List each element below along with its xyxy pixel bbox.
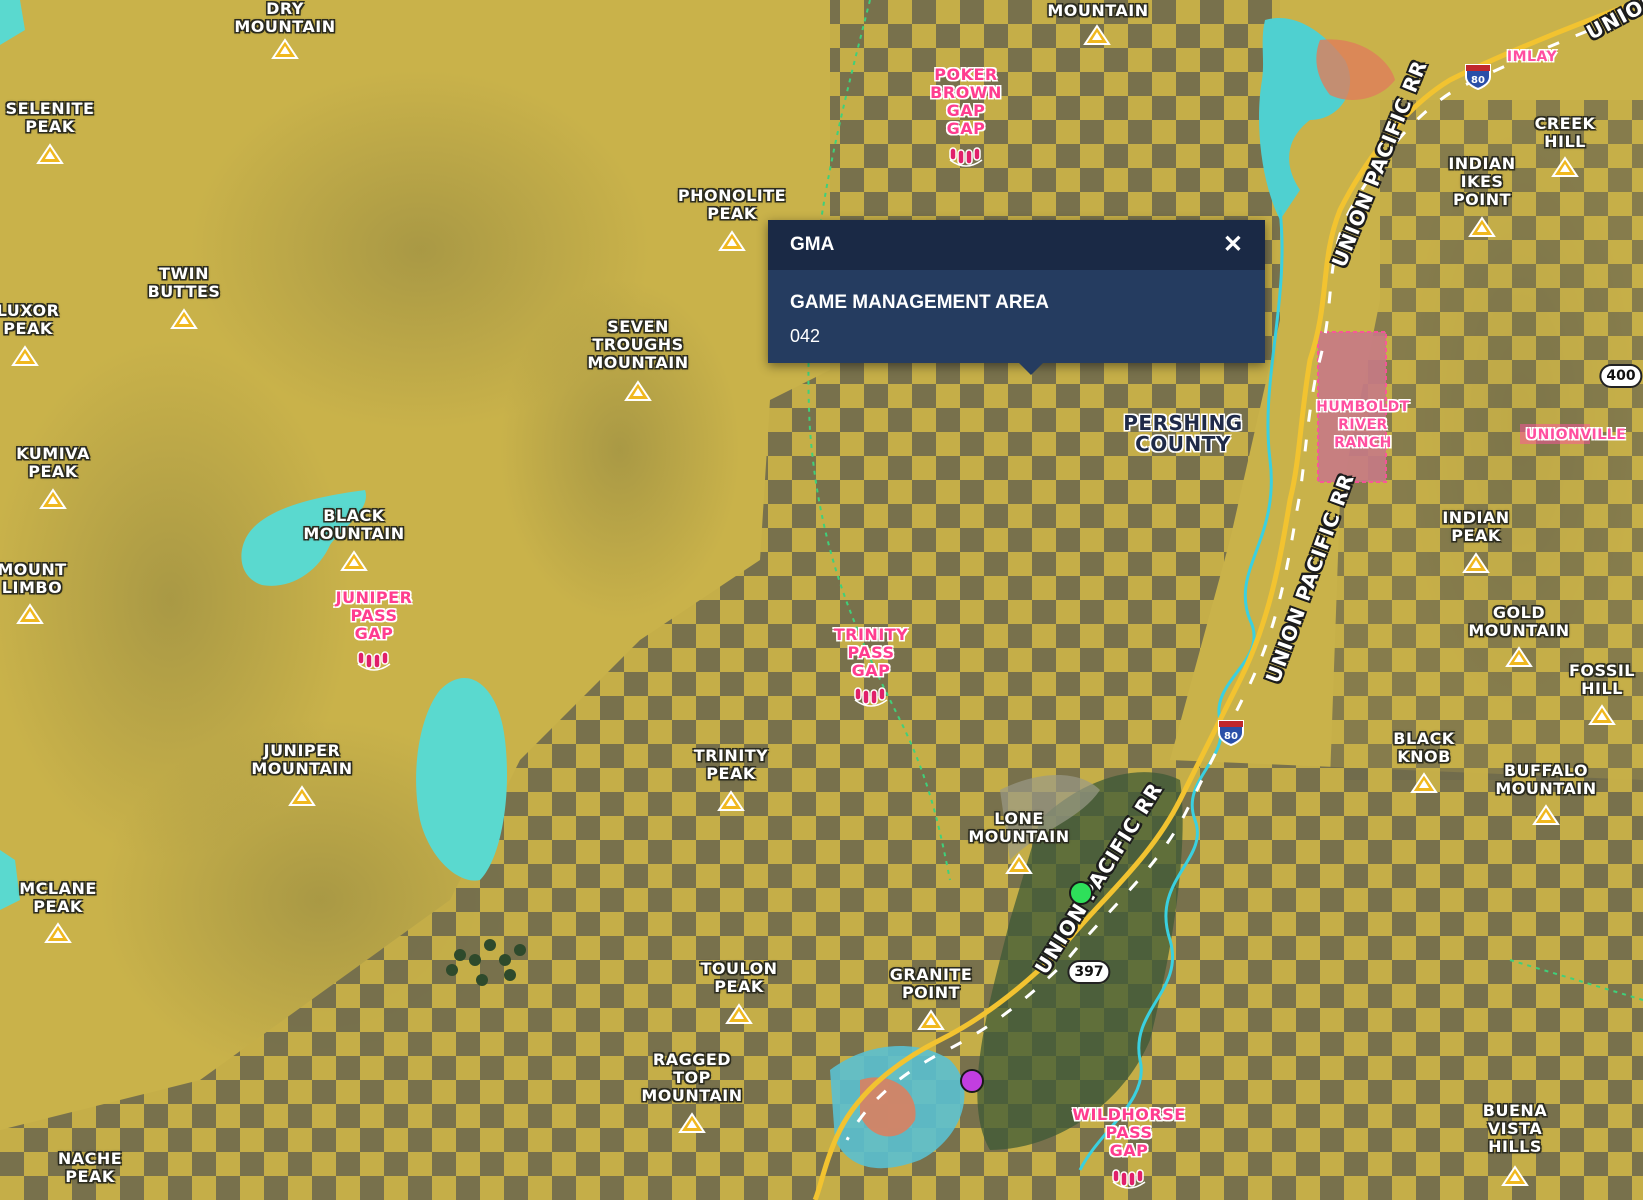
popup-body: GAME MANAGEMENT AREA 042 bbox=[768, 270, 1265, 363]
peak-icon bbox=[1083, 24, 1111, 45]
peak-label-lone-mountain[interactable]: LONE MOUNTAIN bbox=[968, 810, 1069, 846]
gap-label-trinity-pass-gap[interactable]: TRINITY PASS GAP bbox=[834, 626, 909, 680]
peak-label-toulon-peak[interactable]: TOULON PEAK bbox=[700, 960, 777, 996]
peak-label-mount-limbo[interactable]: MOUNT LIMBO bbox=[0, 561, 67, 597]
place-label-imlay[interactable]: IMLAY bbox=[1507, 48, 1557, 66]
gap-icon bbox=[357, 651, 391, 671]
gap-icon bbox=[949, 147, 983, 167]
peak-icon bbox=[1468, 216, 1496, 237]
gap-label-poker-brown-gap[interactable]: POKER BROWN GAP GAP bbox=[930, 66, 1002, 138]
peak-label-granite-point[interactable]: GRANITE POINT bbox=[890, 966, 973, 1002]
peak-icon bbox=[271, 38, 299, 59]
peak-label-twin-buttes[interactable]: TWIN BUTTES bbox=[148, 265, 221, 301]
peak-label-creek-hill[interactable]: CREEK HILL bbox=[1535, 115, 1596, 151]
close-icon[interactable]: ✕ bbox=[1223, 233, 1243, 257]
peak-label-fossil-hill[interactable]: FOSSIL HILL bbox=[1569, 662, 1635, 698]
peak-label-gold-mountain[interactable]: GOLD MOUNTAIN bbox=[1468, 604, 1569, 640]
peak-icon bbox=[1005, 853, 1033, 874]
peak-icon bbox=[39, 488, 67, 509]
peak-label-luxor-peak[interactable]: LUXOR PEAK bbox=[0, 302, 59, 338]
interstate-80-shield: 80 bbox=[1465, 64, 1491, 91]
map-background bbox=[0, 0, 1643, 1200]
location-marker-green[interactable] bbox=[1069, 881, 1093, 905]
peak-label-mclane-peak[interactable]: MCLANE PEAK bbox=[19, 880, 97, 916]
interstate-80-label: 80 bbox=[1471, 75, 1485, 86]
peak-icon bbox=[717, 790, 745, 811]
peak-icon bbox=[624, 380, 652, 401]
peak-label-indian-peak[interactable]: INDIAN PEAK bbox=[1442, 509, 1509, 545]
peak-label-juniper-mountain[interactable]: JUNIPER MOUNTAIN bbox=[251, 742, 352, 778]
route-400-shield: 400 bbox=[1599, 364, 1643, 388]
peak-icon bbox=[1532, 804, 1560, 825]
peak-icon bbox=[917, 1009, 945, 1030]
county-label: PERSHING COUNTY bbox=[1123, 411, 1243, 456]
peak-icon bbox=[36, 143, 64, 164]
place-label-unionville[interactable]: UNIONVILLE bbox=[1526, 426, 1626, 444]
peak-label-black-knob[interactable]: BLACK KNOB bbox=[1393, 730, 1454, 766]
peak-icon bbox=[1410, 772, 1438, 793]
peak-icon bbox=[1505, 646, 1533, 667]
peak-icon bbox=[678, 1112, 706, 1133]
peak-label-trinity-peak[interactable]: TRINITY PEAK bbox=[694, 747, 769, 783]
peak-icon bbox=[11, 345, 39, 366]
popup-title: GMA bbox=[790, 234, 835, 255]
map-canvas[interactable]: UNION UNION PACIFIC RR UNION PACIFIC RR … bbox=[0, 0, 1643, 1200]
peak-icon bbox=[1588, 704, 1616, 725]
peak-icon bbox=[718, 230, 746, 251]
place-label-humboldt-river-ranch[interactable]: HUMBOLDT RIVER RANCH bbox=[1316, 398, 1410, 452]
peak-label-buffalo-mountain[interactable]: BUFFALO MOUNTAIN bbox=[1495, 762, 1596, 798]
peak-label-kumiva-peak[interactable]: KUMIVA PEAK bbox=[16, 445, 90, 481]
peak-label-seven-troughs-mountain[interactable]: SEVEN TROUGHS MOUNTAIN bbox=[587, 318, 688, 372]
popup-pointer bbox=[1018, 362, 1044, 375]
gap-label-juniper-pass-gap[interactable]: JUNIPER PASS GAP bbox=[336, 589, 413, 643]
popup-field-label: GAME MANAGEMENT AREA bbox=[790, 292, 1049, 313]
peak-label-mountain[interactable]: MOUNTAIN bbox=[1047, 2, 1148, 20]
route-397-shield: 397 bbox=[1067, 960, 1111, 984]
gap-icon bbox=[854, 687, 888, 707]
peak-label-buena-vista-hills[interactable]: BUENA VISTA HILLS bbox=[1483, 1102, 1547, 1156]
peak-label-nache-peak[interactable]: NACHE PEAK bbox=[58, 1150, 122, 1186]
interstate-80-shield: 80 bbox=[1218, 720, 1244, 747]
peak-label-dry-mountain[interactable]: DRY MOUNTAIN bbox=[234, 0, 335, 36]
peak-icon bbox=[44, 922, 72, 943]
location-marker-purple[interactable] bbox=[960, 1069, 984, 1093]
popup-header: GMA ✕ bbox=[768, 220, 1265, 270]
peak-icon bbox=[1551, 156, 1579, 177]
peak-icon bbox=[16, 603, 44, 624]
peak-icon bbox=[725, 1003, 753, 1024]
peak-label-ragged-top-mountain[interactable]: RAGGED TOP MOUNTAIN bbox=[641, 1051, 742, 1105]
peak-icon bbox=[340, 550, 368, 571]
popup-field-value: 042 bbox=[790, 326, 821, 346]
peak-icon bbox=[1501, 1165, 1529, 1186]
peak-icon bbox=[1462, 552, 1490, 573]
gap-label-wildhorse-pass-gap[interactable]: WILDHORSE PASS GAP bbox=[1072, 1106, 1185, 1160]
peak-label-selenite-peak[interactable]: SELENITE PEAK bbox=[6, 100, 95, 136]
peak-icon bbox=[288, 785, 316, 806]
interstate-80-label: 80 bbox=[1224, 731, 1238, 742]
peak-label-phonolite-peak[interactable]: PHONOLITE PEAK bbox=[678, 187, 786, 223]
gap-icon bbox=[1112, 1169, 1146, 1189]
peak-label-black-mountain[interactable]: BLACK MOUNTAIN bbox=[303, 507, 404, 543]
peak-label-indian-ikes-point[interactable]: INDIAN IKES POINT bbox=[1448, 155, 1515, 209]
peak-icon bbox=[170, 308, 198, 329]
gma-popup: GMA ✕ GAME MANAGEMENT AREA 042 bbox=[768, 220, 1265, 375]
